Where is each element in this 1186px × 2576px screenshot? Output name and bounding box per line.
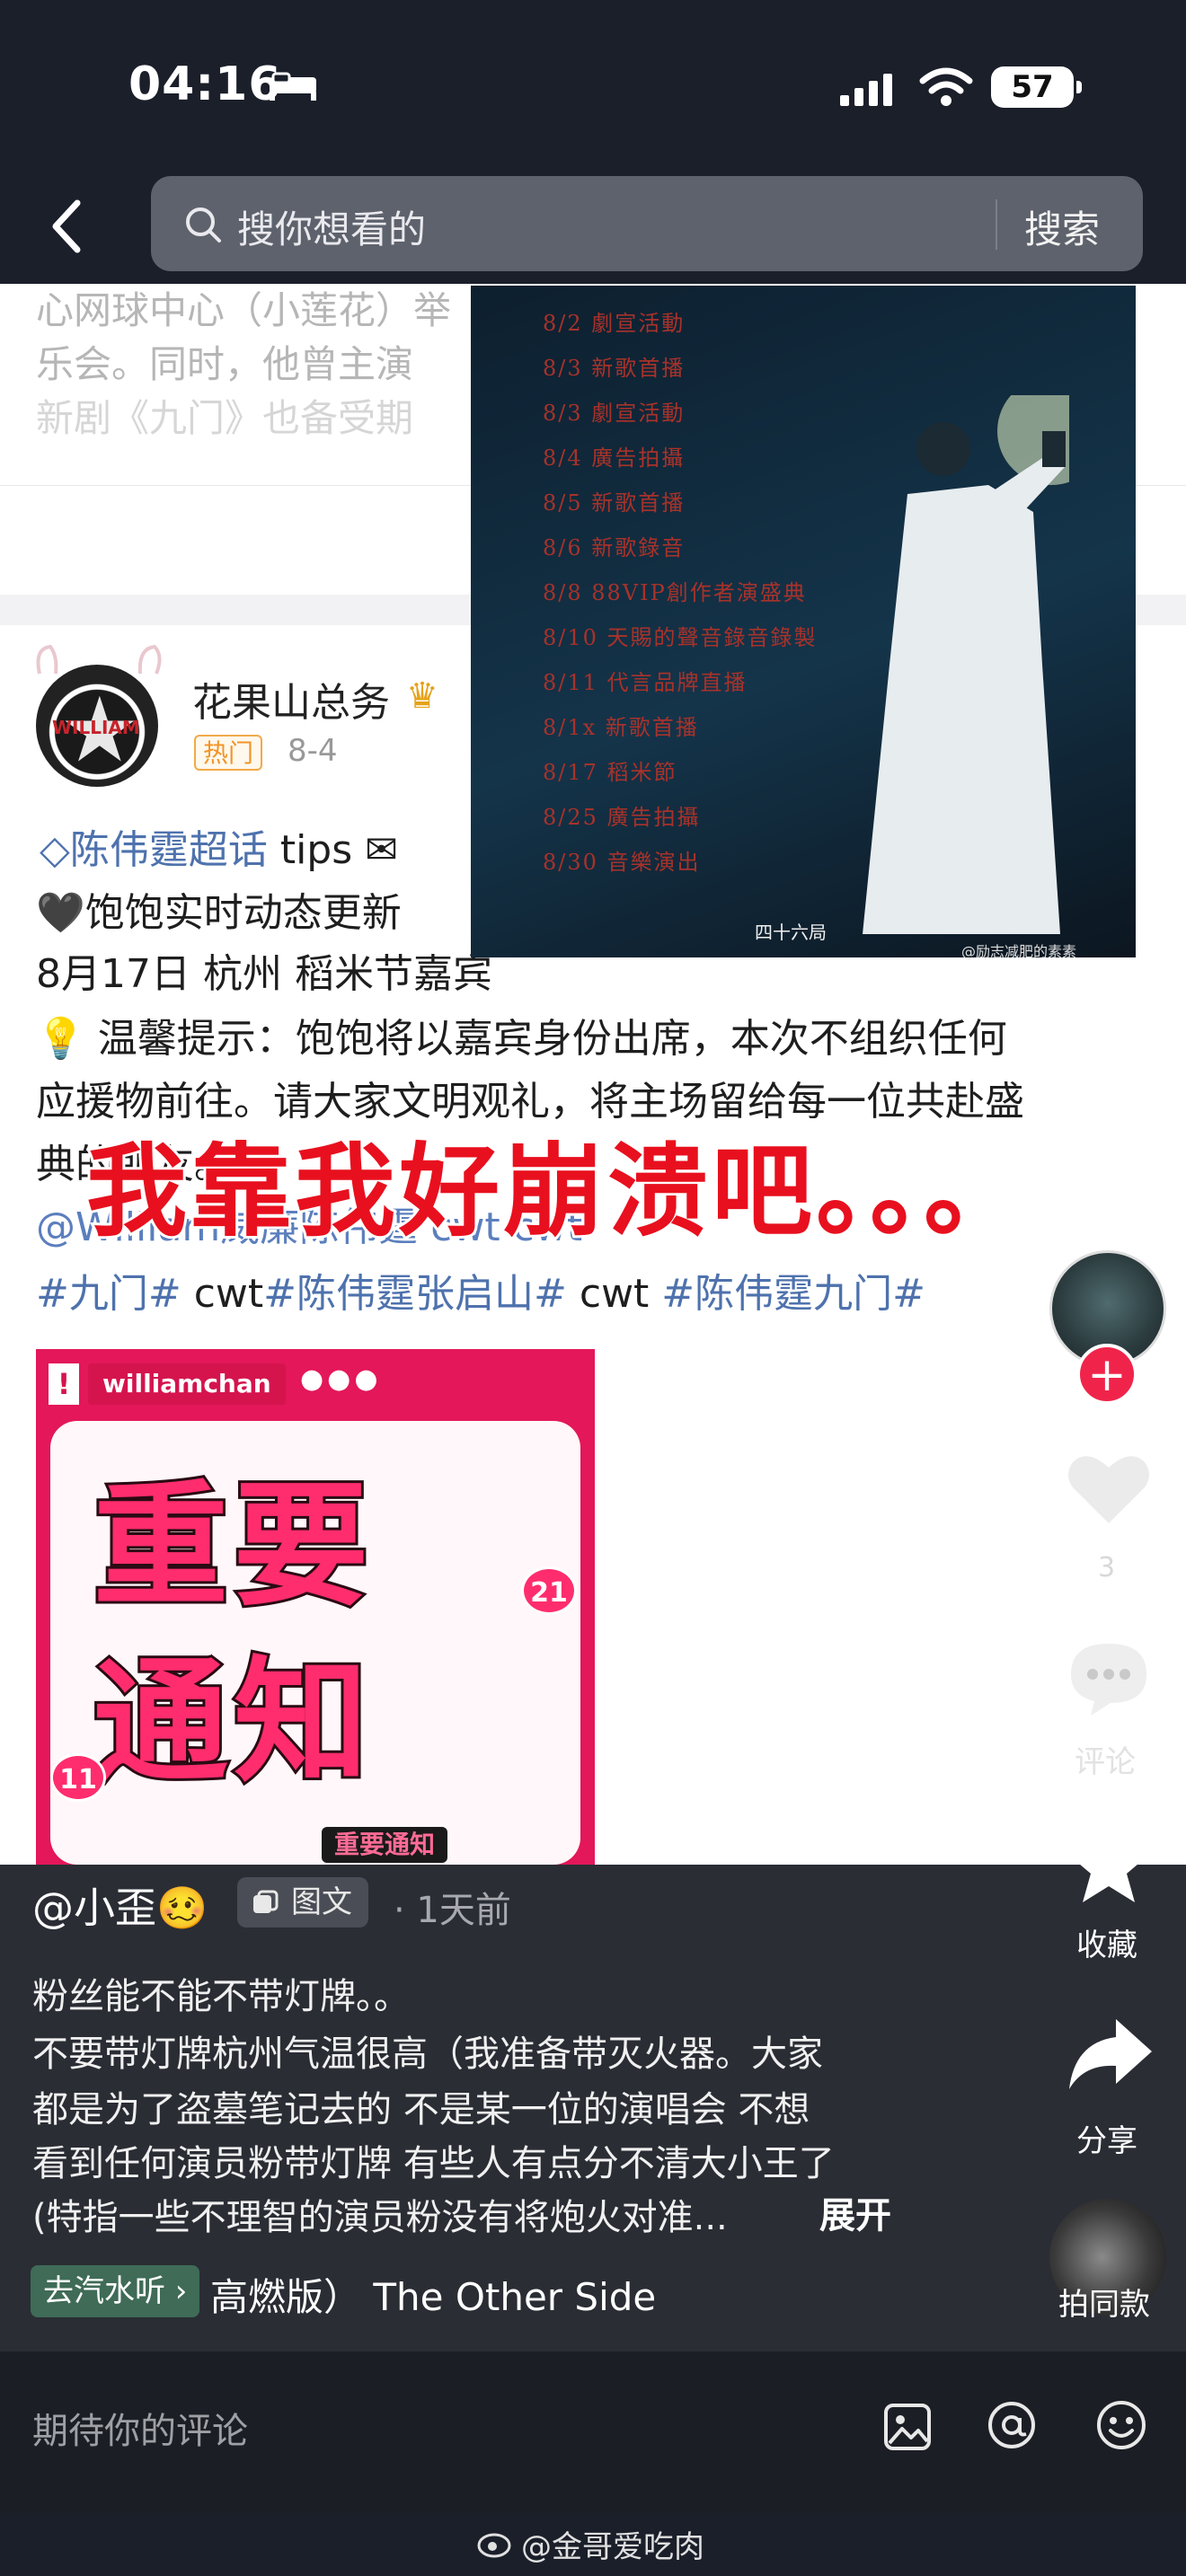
post-date: 8-4 <box>288 733 338 769</box>
crown-icon: ♛ <box>406 675 438 717</box>
emoji-icon[interactable] <box>1094 2398 1148 2452</box>
caption-line: (特指一些不理智的演员粉没有将炮火对准... <box>32 2197 728 2238</box>
schedule-footer: 四十六局 <box>755 922 827 943</box>
share-arrow-icon[interactable] <box>1066 2016 1155 2093</box>
topic-suffix: tips <box>267 827 353 873</box>
search-icon <box>186 207 221 243</box>
diamond-icon: ◇ <box>40 827 70 873</box>
star-icon[interactable] <box>1064 1820 1154 1906</box>
comment-icon[interactable] <box>1064 1638 1154 1719</box>
hashtag-link[interactable]: #陈伟霆九门# <box>661 1271 925 1317</box>
caption-line: 不要带灯牌杭州气温很高（我准备带灭火器。大家 <box>32 2033 823 2075</box>
schedule-entry: 8/8 88VIP創作者演盛典 <box>543 580 807 605</box>
notice-tag: williamchan <box>88 1363 286 1405</box>
sleep-bed-icon <box>270 72 316 101</box>
post-text-line: 8月17日 杭州 稻米节嘉宾 <box>36 951 492 997</box>
exclamation-icon: ! <box>49 1363 79 1405</box>
schedule-figure-illustration <box>863 395 1069 934</box>
collect-label: 收藏 <box>1076 1928 1137 1963</box>
back-button[interactable] <box>36 190 99 262</box>
notice-title: 通知 <box>91 1642 375 1804</box>
schedule-entry: 8/30 音樂演出 <box>543 850 701 875</box>
notice-heart-badge: 11 <box>50 1753 106 1802</box>
schedule-entry: 8/3 新歌首播 <box>543 356 686 381</box>
schedule-entry: 8/10 天賜的聲音錄音錄製 <box>543 625 818 650</box>
search-divider <box>996 199 997 250</box>
previous-post-line: 心网球中心（小莲花）举 <box>36 288 452 332</box>
cellular-signal-icon <box>840 74 892 106</box>
envelope-icon: ✉ <box>352 827 399 873</box>
wifi-icon <box>919 67 973 106</box>
hashtag-line: #九门# cwt#陈伟霆张启山# cwt #陈伟霆九门# <box>36 1261 925 1319</box>
follow-plus-button[interactable]: + <box>1076 1344 1137 1405</box>
topic-link[interactable]: 陈伟霆超话 <box>70 827 268 873</box>
schedule-entry: 8/11 代言品牌直播 <box>543 670 748 695</box>
expand-button[interactable]: 展开 <box>819 2186 891 2238</box>
overlay-caption: 我靠我好崩溃吧。。。 <box>84 1131 1028 1253</box>
image-icon[interactable] <box>882 2402 933 2452</box>
notice-bottom-label: 重要通知 <box>322 1827 448 1863</box>
weibo-logo-icon <box>477 2533 511 2558</box>
schedule-entry: 8/1x 新歌首播 <box>543 715 699 740</box>
music-title[interactable]: 高燃版） The Other Side <box>210 2267 656 2322</box>
caption-line: 看到任何演员粉带灯牌 有些人有点分不清大小王了 <box>32 2143 835 2184</box>
schedule-entry: 8/25 廣告拍攝 <box>543 805 701 830</box>
notice-heart-badge: 21 <box>521 1566 577 1615</box>
avatar-logo-text: WILLIAM <box>52 717 140 738</box>
schedule-entry: 8/4 廣告拍攝 <box>543 446 686 471</box>
at-mention-icon[interactable] <box>985 2398 1039 2452</box>
hot-badge: 热门 <box>194 735 263 771</box>
schedule-entry: 8/17 稻米節 <box>543 760 677 785</box>
search-button[interactable]: 搜索 <box>1024 199 1100 254</box>
caption-line: 粉丝能不能不带灯牌。。 <box>32 1976 410 2017</box>
schedule-entry: 8/2 劇宣活動 <box>543 311 686 336</box>
poster-name[interactable]: @小歪🥴 <box>32 1875 208 1935</box>
schedule-entry: 8/3 劇宣活動 <box>543 401 686 426</box>
post-text-line: 🖤饱饱实时动态更新 <box>36 890 402 936</box>
dots-icon: ●●● <box>300 1363 382 1395</box>
gallery-icon <box>253 1890 279 1913</box>
author-name[interactable]: 花果山总务 <box>192 670 390 728</box>
schedule-entry: 8/5 新歌首播 <box>543 490 686 516</box>
listen-on-qishui-button[interactable]: 去汽水听 › <box>31 2265 200 2317</box>
hashtag-plain: cwt <box>181 1271 264 1317</box>
comment-input[interactable]: 期待你的评论 <box>32 2402 248 2454</box>
shoot-same-label[interactable]: 拍同款 <box>1058 2280 1150 2324</box>
watermark: @金哥爱吃肉 <box>521 2529 704 2565</box>
previous-post-line: 乐会。同时，他曾主演 <box>36 342 414 386</box>
post-text-line: 💡 温馨提示：饱饱将以嘉宾身份出席，本次不组织任何 <box>36 1016 1007 1062</box>
heart-icon[interactable] <box>1064 1448 1154 1529</box>
search-input[interactable]: 搜你想看的 <box>237 199 426 254</box>
hashtag-link[interactable]: #陈伟霆张启山# <box>263 1271 567 1317</box>
hashtag-plain: cwt <box>566 1271 662 1317</box>
caption-line: 都是为了盗墓笔记去的 不是某一位的演唱会 不想 <box>32 2089 810 2130</box>
previous-post-line: 新剧《九门》也备受期 <box>36 396 414 440</box>
comment-label: 评论 <box>1075 1744 1136 1780</box>
hashtag-link[interactable]: #九门# <box>36 1271 181 1317</box>
post-topic-line[interactable]: ◇陈伟霆超话 tips ✉ <box>40 817 398 875</box>
like-count: 3 <box>1098 1552 1116 1584</box>
post-time: · 1天前 <box>394 1890 511 1931</box>
share-label: 分享 <box>1076 2123 1137 2159</box>
battery-indicator: 57 <box>991 66 1082 108</box>
schedule-credit: @励志减肥的素素 <box>961 943 1077 960</box>
notice-title: 重要 <box>91 1466 375 1628</box>
schedule-entry: 8/6 新歌錄音 <box>543 535 686 560</box>
status-time: 04:16 <box>128 57 282 111</box>
